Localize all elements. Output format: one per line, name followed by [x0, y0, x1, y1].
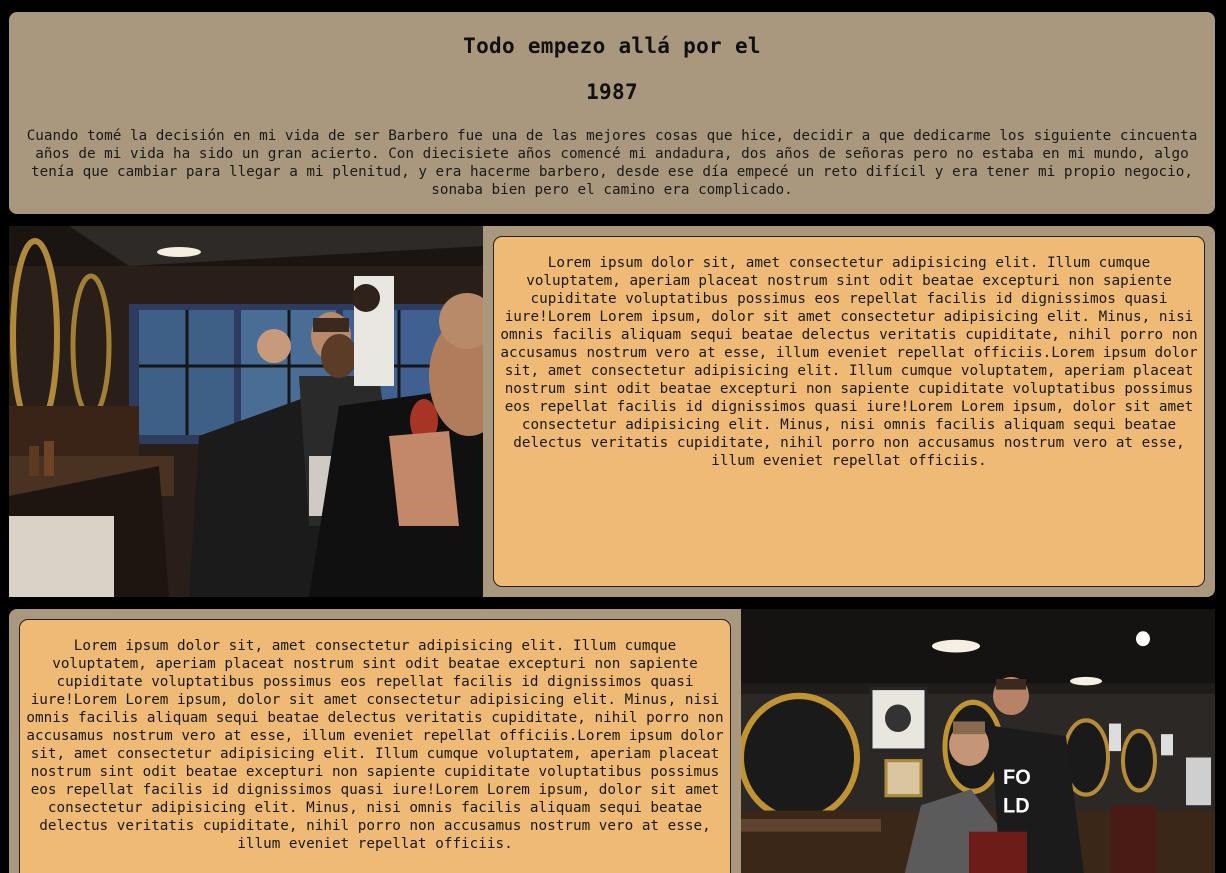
barber-cutting-hair-photo: FO LD	[741, 609, 1215, 873]
story-text-box-2: Lorem ipsum dolor sit, amet consectetur …	[19, 619, 731, 873]
story-text-box-1: Lorem ipsum dolor sit, amet consectetur …	[493, 236, 1205, 587]
page-title-year: 1987	[586, 80, 638, 104]
story-section-2: Lorem ipsum dolor sit, amet consectetur …	[9, 609, 1215, 873]
barbershop-customers-photo	[9, 226, 483, 597]
svg-text:FO: FO	[1003, 765, 1031, 789]
story-section-1: Lorem ipsum dolor sit, amet consectetur …	[9, 226, 1215, 597]
svg-text:LD: LD	[1003, 794, 1030, 818]
intro-panel: Todo empezo allá por el 1987 Cuando tomé…	[9, 12, 1215, 214]
intro-paragraph: Cuando tomé la decisión en mi vida de se…	[26, 128, 1198, 198]
page-title: Todo empezo allá por el	[463, 34, 761, 58]
